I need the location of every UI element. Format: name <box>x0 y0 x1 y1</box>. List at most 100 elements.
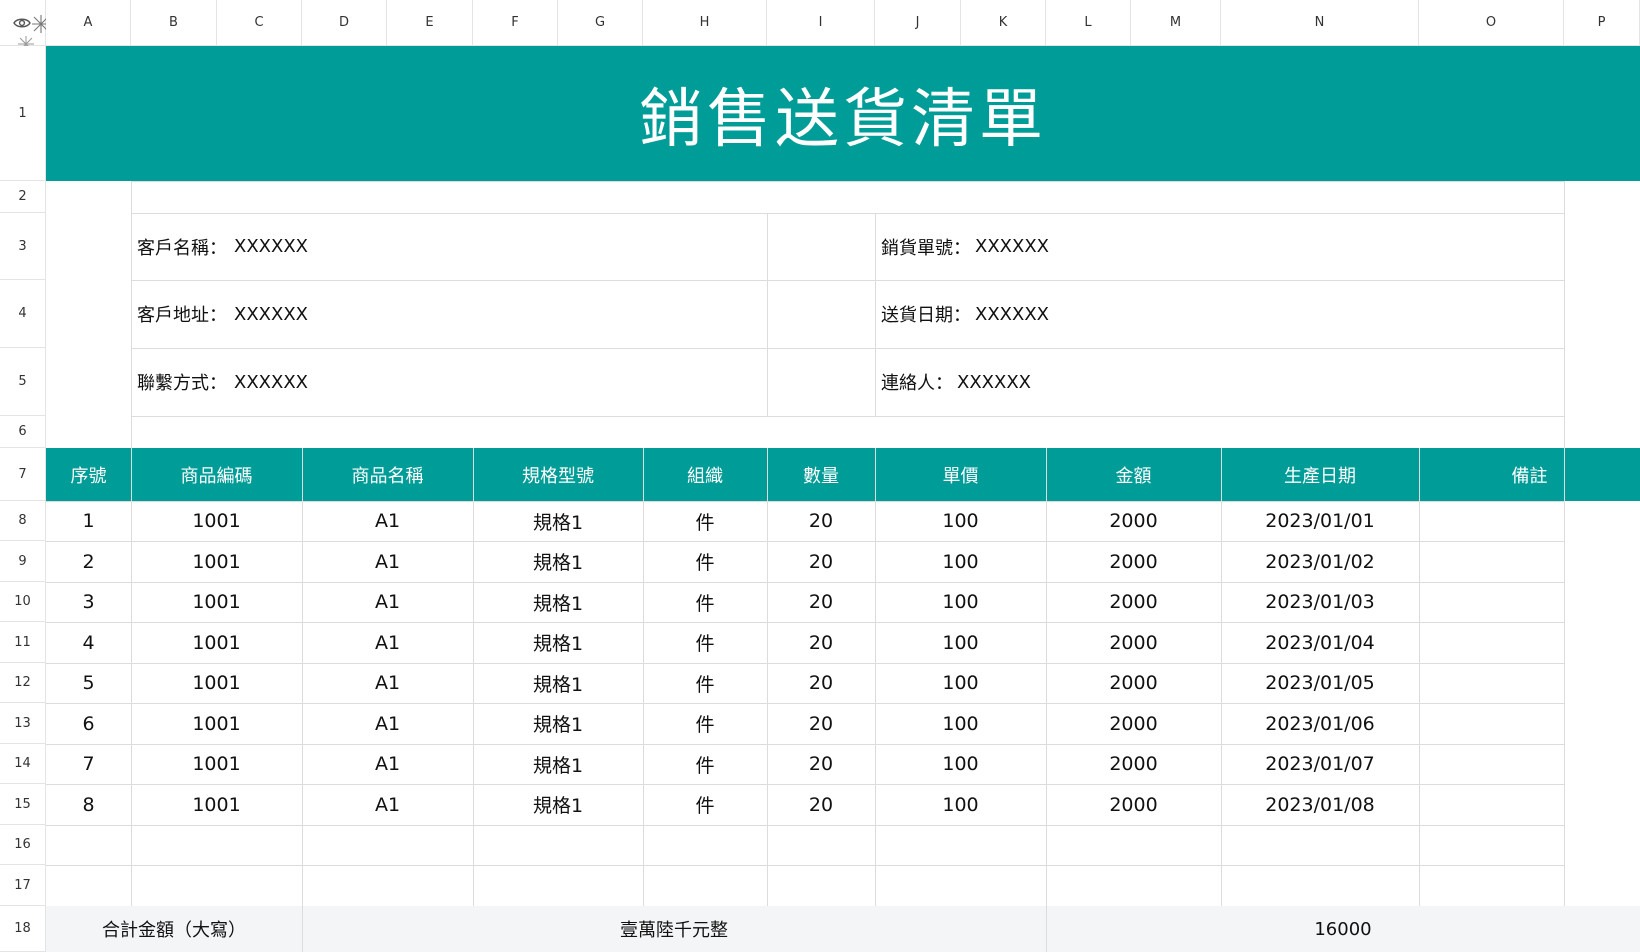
row-header-7[interactable]: 7 <box>0 448 46 501</box>
table-cell-production-date[interactable]: 2023/01/02 <box>1221 541 1419 582</box>
table-cell-unit[interactable]: 件 <box>643 582 767 622</box>
table-cell-quantity[interactable]: 20 <box>767 501 875 541</box>
table-header-seq[interactable]: 序號 <box>46 448 131 501</box>
table-cell-unit-price[interactable]: 100 <box>875 582 1046 622</box>
column-header-p[interactable]: P <box>1564 0 1640 46</box>
table-cell-product-code[interactable]: 1001 <box>131 663 302 703</box>
table-cell-remarks[interactable] <box>1419 703 1640 744</box>
table-cell-amount[interactable]: 2000 <box>1046 703 1221 744</box>
table-header-remarks[interactable]: 備註 <box>1419 448 1640 501</box>
table-cell-unit-price[interactable]: 100 <box>875 663 1046 703</box>
table-cell-product-name[interactable]: A1 <box>302 501 473 541</box>
table-cell-amount[interactable]: 2000 <box>1046 784 1221 825</box>
table-cell-spec-model[interactable]: 規格1 <box>473 744 643 784</box>
table-cell-product-code[interactable]: 1001 <box>131 501 302 541</box>
table-cell-spec-model[interactable]: 規格1 <box>473 663 643 703</box>
table-cell-seq[interactable]: 3 <box>46 582 131 622</box>
table-cell-remarks[interactable] <box>1419 663 1640 703</box>
table-cell-product-name[interactable]: A1 <box>302 622 473 663</box>
table-cell-seq[interactable]: 6 <box>46 703 131 744</box>
column-header-h[interactable]: H <box>643 0 767 46</box>
column-header-l[interactable]: L <box>1046 0 1131 46</box>
row-header-1[interactable]: 1 <box>0 46 46 181</box>
table-cell-spec-model[interactable]: 規格1 <box>473 622 643 663</box>
table-cell-production-date[interactable]: 2023/01/04 <box>1221 622 1419 663</box>
table-cell-seq[interactable]: 1 <box>46 501 131 541</box>
table-cell-amount[interactable]: 2000 <box>1046 582 1221 622</box>
table-cell-unit[interactable]: 件 <box>643 744 767 784</box>
table-cell-unit[interactable]: 件 <box>643 541 767 582</box>
table-cell-unit-price[interactable]: 100 <box>875 703 1046 744</box>
info-value-contact-method[interactable]: XXXXXX <box>228 348 758 416</box>
table-cell-remarks[interactable] <box>1419 541 1640 582</box>
row-header-2[interactable]: 2 <box>0 181 46 213</box>
column-header-a[interactable]: A <box>46 0 131 46</box>
table-cell-quantity[interactable]: 20 <box>767 784 875 825</box>
table-header-product-code[interactable]: 商品編碼 <box>131 448 302 501</box>
table-cell-production-date[interactable]: 2023/01/07 <box>1221 744 1419 784</box>
table-cell-amount[interactable]: 2000 <box>1046 663 1221 703</box>
table-cell-quantity[interactable]: 20 <box>767 744 875 784</box>
table-cell-remarks[interactable] <box>1419 501 1640 541</box>
table-cell-unit[interactable]: 件 <box>643 622 767 663</box>
table-cell-unit[interactable]: 件 <box>643 663 767 703</box>
column-header-b[interactable]: B <box>131 0 217 46</box>
column-header-g[interactable]: G <box>558 0 643 46</box>
row-header-9[interactable]: 9 <box>0 541 46 582</box>
table-cell-product-code[interactable]: 1001 <box>131 744 302 784</box>
table-cell-amount[interactable]: 2000 <box>1046 744 1221 784</box>
table-cell-production-date[interactable]: 2023/01/08 <box>1221 784 1419 825</box>
info-value-contact-person[interactable]: XXXXXX <box>951 348 1451 416</box>
table-cell-amount[interactable]: 2000 <box>1046 622 1221 663</box>
eye-icon[interactable] <box>13 16 31 30</box>
info-value-customer-address[interactable]: XXXXXX <box>228 280 758 348</box>
total-in-words[interactable]: 壹萬陸千元整 <box>302 906 1046 952</box>
table-cell-seq[interactable]: 2 <box>46 541 131 582</box>
table-cell-quantity[interactable]: 20 <box>767 541 875 582</box>
table-cell-unit-price[interactable]: 100 <box>875 744 1046 784</box>
table-cell-product-name[interactable]: A1 <box>302 744 473 784</box>
row-header-12[interactable]: 12 <box>0 663 46 703</box>
table-cell-spec-model[interactable]: 規格1 <box>473 582 643 622</box>
table-header-production-date[interactable]: 生產日期 <box>1221 448 1419 501</box>
table-cell-seq[interactable]: 7 <box>46 744 131 784</box>
table-cell-product-code[interactable]: 1001 <box>131 541 302 582</box>
table-header-unit-price[interactable]: 單價 <box>875 448 1046 501</box>
table-cell-seq[interactable]: 4 <box>46 622 131 663</box>
row-header-11[interactable]: 11 <box>0 622 46 663</box>
sheet-title[interactable]: 銷售送貨清單 <box>46 46 1640 181</box>
column-header-d[interactable]: D <box>302 0 387 46</box>
table-cell-remarks[interactable] <box>1419 582 1640 622</box>
info-value-sales-no[interactable]: XXXXXX <box>969 213 1469 280</box>
column-header-e[interactable]: E <box>387 0 473 46</box>
row-header-17[interactable]: 17 <box>0 865 46 906</box>
table-cell-product-name[interactable]: A1 <box>302 541 473 582</box>
sheet-corner[interactable] <box>0 0 50 52</box>
table-cell-quantity[interactable]: 20 <box>767 622 875 663</box>
table-cell-spec-model[interactable]: 規格1 <box>473 784 643 825</box>
table-cell-production-date[interactable]: 2023/01/01 <box>1221 501 1419 541</box>
table-cell-unit[interactable]: 件 <box>643 784 767 825</box>
table-cell-seq[interactable]: 8 <box>46 784 131 825</box>
column-header-k[interactable]: K <box>961 0 1046 46</box>
column-header-f[interactable]: F <box>473 0 558 46</box>
table-header-unit[interactable]: 組織 <box>643 448 767 501</box>
info-value-delivery-date[interactable]: XXXXXX <box>969 280 1469 348</box>
table-header-spec-model[interactable]: 規格型號 <box>473 448 643 501</box>
row-header-15[interactable]: 15 <box>0 784 46 825</box>
table-cell-remarks[interactable] <box>1419 744 1640 784</box>
table-cell-spec-model[interactable]: 規格1 <box>473 501 643 541</box>
table-cell-unit-price[interactable]: 100 <box>875 622 1046 663</box>
table-cell-remarks[interactable] <box>1419 622 1640 663</box>
table-cell-amount[interactable]: 2000 <box>1046 541 1221 582</box>
row-header-14[interactable]: 14 <box>0 744 46 784</box>
row-header-6[interactable]: 6 <box>0 416 46 448</box>
row-header-8[interactable]: 8 <box>0 501 46 541</box>
table-cell-product-code[interactable]: 1001 <box>131 582 302 622</box>
table-cell-product-name[interactable]: A1 <box>302 663 473 703</box>
table-header-amount[interactable]: 金額 <box>1046 448 1221 501</box>
table-cell-product-code[interactable]: 1001 <box>131 622 302 663</box>
table-cell-spec-model[interactable]: 規格1 <box>473 703 643 744</box>
table-cell-production-date[interactable]: 2023/01/06 <box>1221 703 1419 744</box>
table-cell-quantity[interactable]: 20 <box>767 582 875 622</box>
